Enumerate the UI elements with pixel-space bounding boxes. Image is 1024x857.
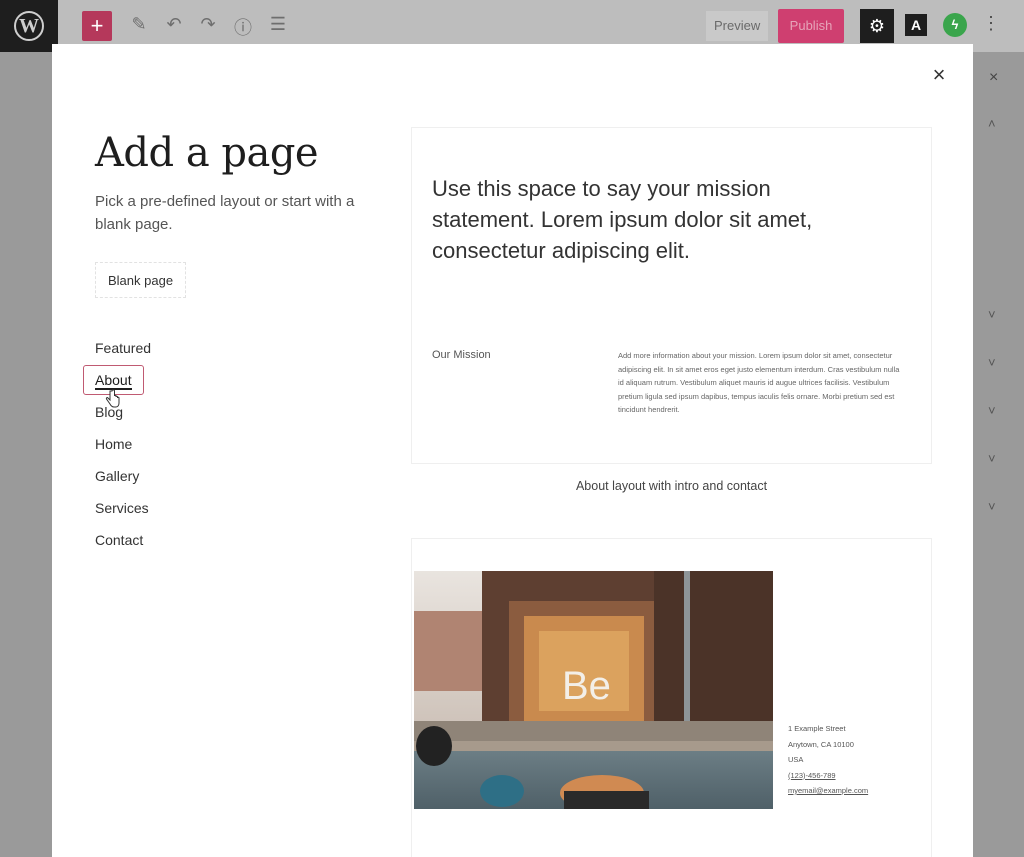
modal-title: Add a page xyxy=(95,130,319,176)
category-contact[interactable]: Contact xyxy=(95,530,151,562)
category-about-wrapper: About xyxy=(83,365,151,402)
settings-gear-icon[interactable]: ⚙ xyxy=(860,9,894,43)
wordpress-logo[interactable]: W xyxy=(0,0,58,52)
category-label: Home xyxy=(95,436,133,452)
category-label: Featured xyxy=(95,340,152,356)
layout-preview-about-photo[interactable]: Be 1 Example Street Anytown, CA 10100 US… xyxy=(411,538,932,857)
category-services[interactable]: Services xyxy=(95,498,151,530)
category-gallery[interactable]: Gallery xyxy=(95,466,151,498)
add-block-button[interactable]: + xyxy=(82,11,112,41)
contact-address: 1 Example Street Anytown, CA 10100 USA (… xyxy=(788,721,868,799)
chevron-down-icon[interactable]: ˅ xyxy=(988,307,996,322)
store-sign-text: Be xyxy=(562,664,611,708)
close-modal-button[interactable]: × xyxy=(926,62,952,88)
category-blog[interactable]: Blog xyxy=(95,402,151,434)
address-line: 1 Example Street xyxy=(788,724,846,733)
chevron-down-icon[interactable]: ˅ xyxy=(988,499,996,514)
category-home[interactable]: Home xyxy=(95,434,151,466)
chevron-down-icon[interactable]: ˅ xyxy=(988,355,996,370)
chevron-down-icon[interactable]: ˅ xyxy=(988,403,996,418)
address-line: USA xyxy=(788,755,804,764)
more-options-icon[interactable]: ⋮ xyxy=(982,13,1000,34)
pen-tool-icon[interactable]: ✎ xyxy=(127,14,151,35)
mission-body-text: Add more information about your mission.… xyxy=(618,351,900,414)
modal-description: Pick a pre-defined layout or start with … xyxy=(95,193,355,233)
category-label: Gallery xyxy=(95,468,140,484)
chevron-up-icon[interactable]: ˄ xyxy=(988,116,996,131)
chevron-down-icon[interactable]: ˅ xyxy=(988,451,996,466)
category-list: Featured About Blog Home Gallery Service… xyxy=(83,338,152,562)
mission-statement: Use this space to say your mission state… xyxy=(432,176,813,263)
publish-button[interactable]: Publish xyxy=(778,9,844,43)
a-plugin-icon[interactable]: A xyxy=(905,14,927,36)
blank-page-button[interactable]: Blank page xyxy=(95,262,187,298)
our-mission-label: Our Mission xyxy=(432,349,491,361)
address-line: Anytown, CA 10100 xyxy=(788,739,854,749)
storefront-photo-image: Be xyxy=(414,571,773,809)
redo-icon[interactable]: ↷ xyxy=(196,14,220,35)
hand-cursor-icon xyxy=(105,389,120,408)
storefront-photo: Be xyxy=(414,571,773,809)
info-icon[interactable]: ⓘ xyxy=(231,14,255,40)
jetpack-icon[interactable]: ϟ xyxy=(943,13,967,37)
category-label: Services xyxy=(95,500,149,516)
layout-caption: About layout with intro and contact xyxy=(575,479,768,493)
undo-icon[interactable]: ↶ xyxy=(162,14,186,35)
add-page-modal: × Add a page Pick a pre-defined layout o… xyxy=(52,44,973,857)
email-link: myemail@example.com xyxy=(788,786,869,795)
layout-preview-about-intro[interactable]: Use this space to say your mission state… xyxy=(411,127,932,464)
sidebar-close-icon[interactable]: × xyxy=(989,69,998,87)
outline-icon[interactable]: ☰ xyxy=(266,14,290,35)
wordpress-logo-icon: W xyxy=(14,11,44,41)
category-label: Contact xyxy=(95,532,144,548)
phone-link: (123)-456-789 xyxy=(788,770,836,780)
category-label: About xyxy=(95,372,132,390)
preview-button[interactable]: Preview xyxy=(706,11,769,41)
